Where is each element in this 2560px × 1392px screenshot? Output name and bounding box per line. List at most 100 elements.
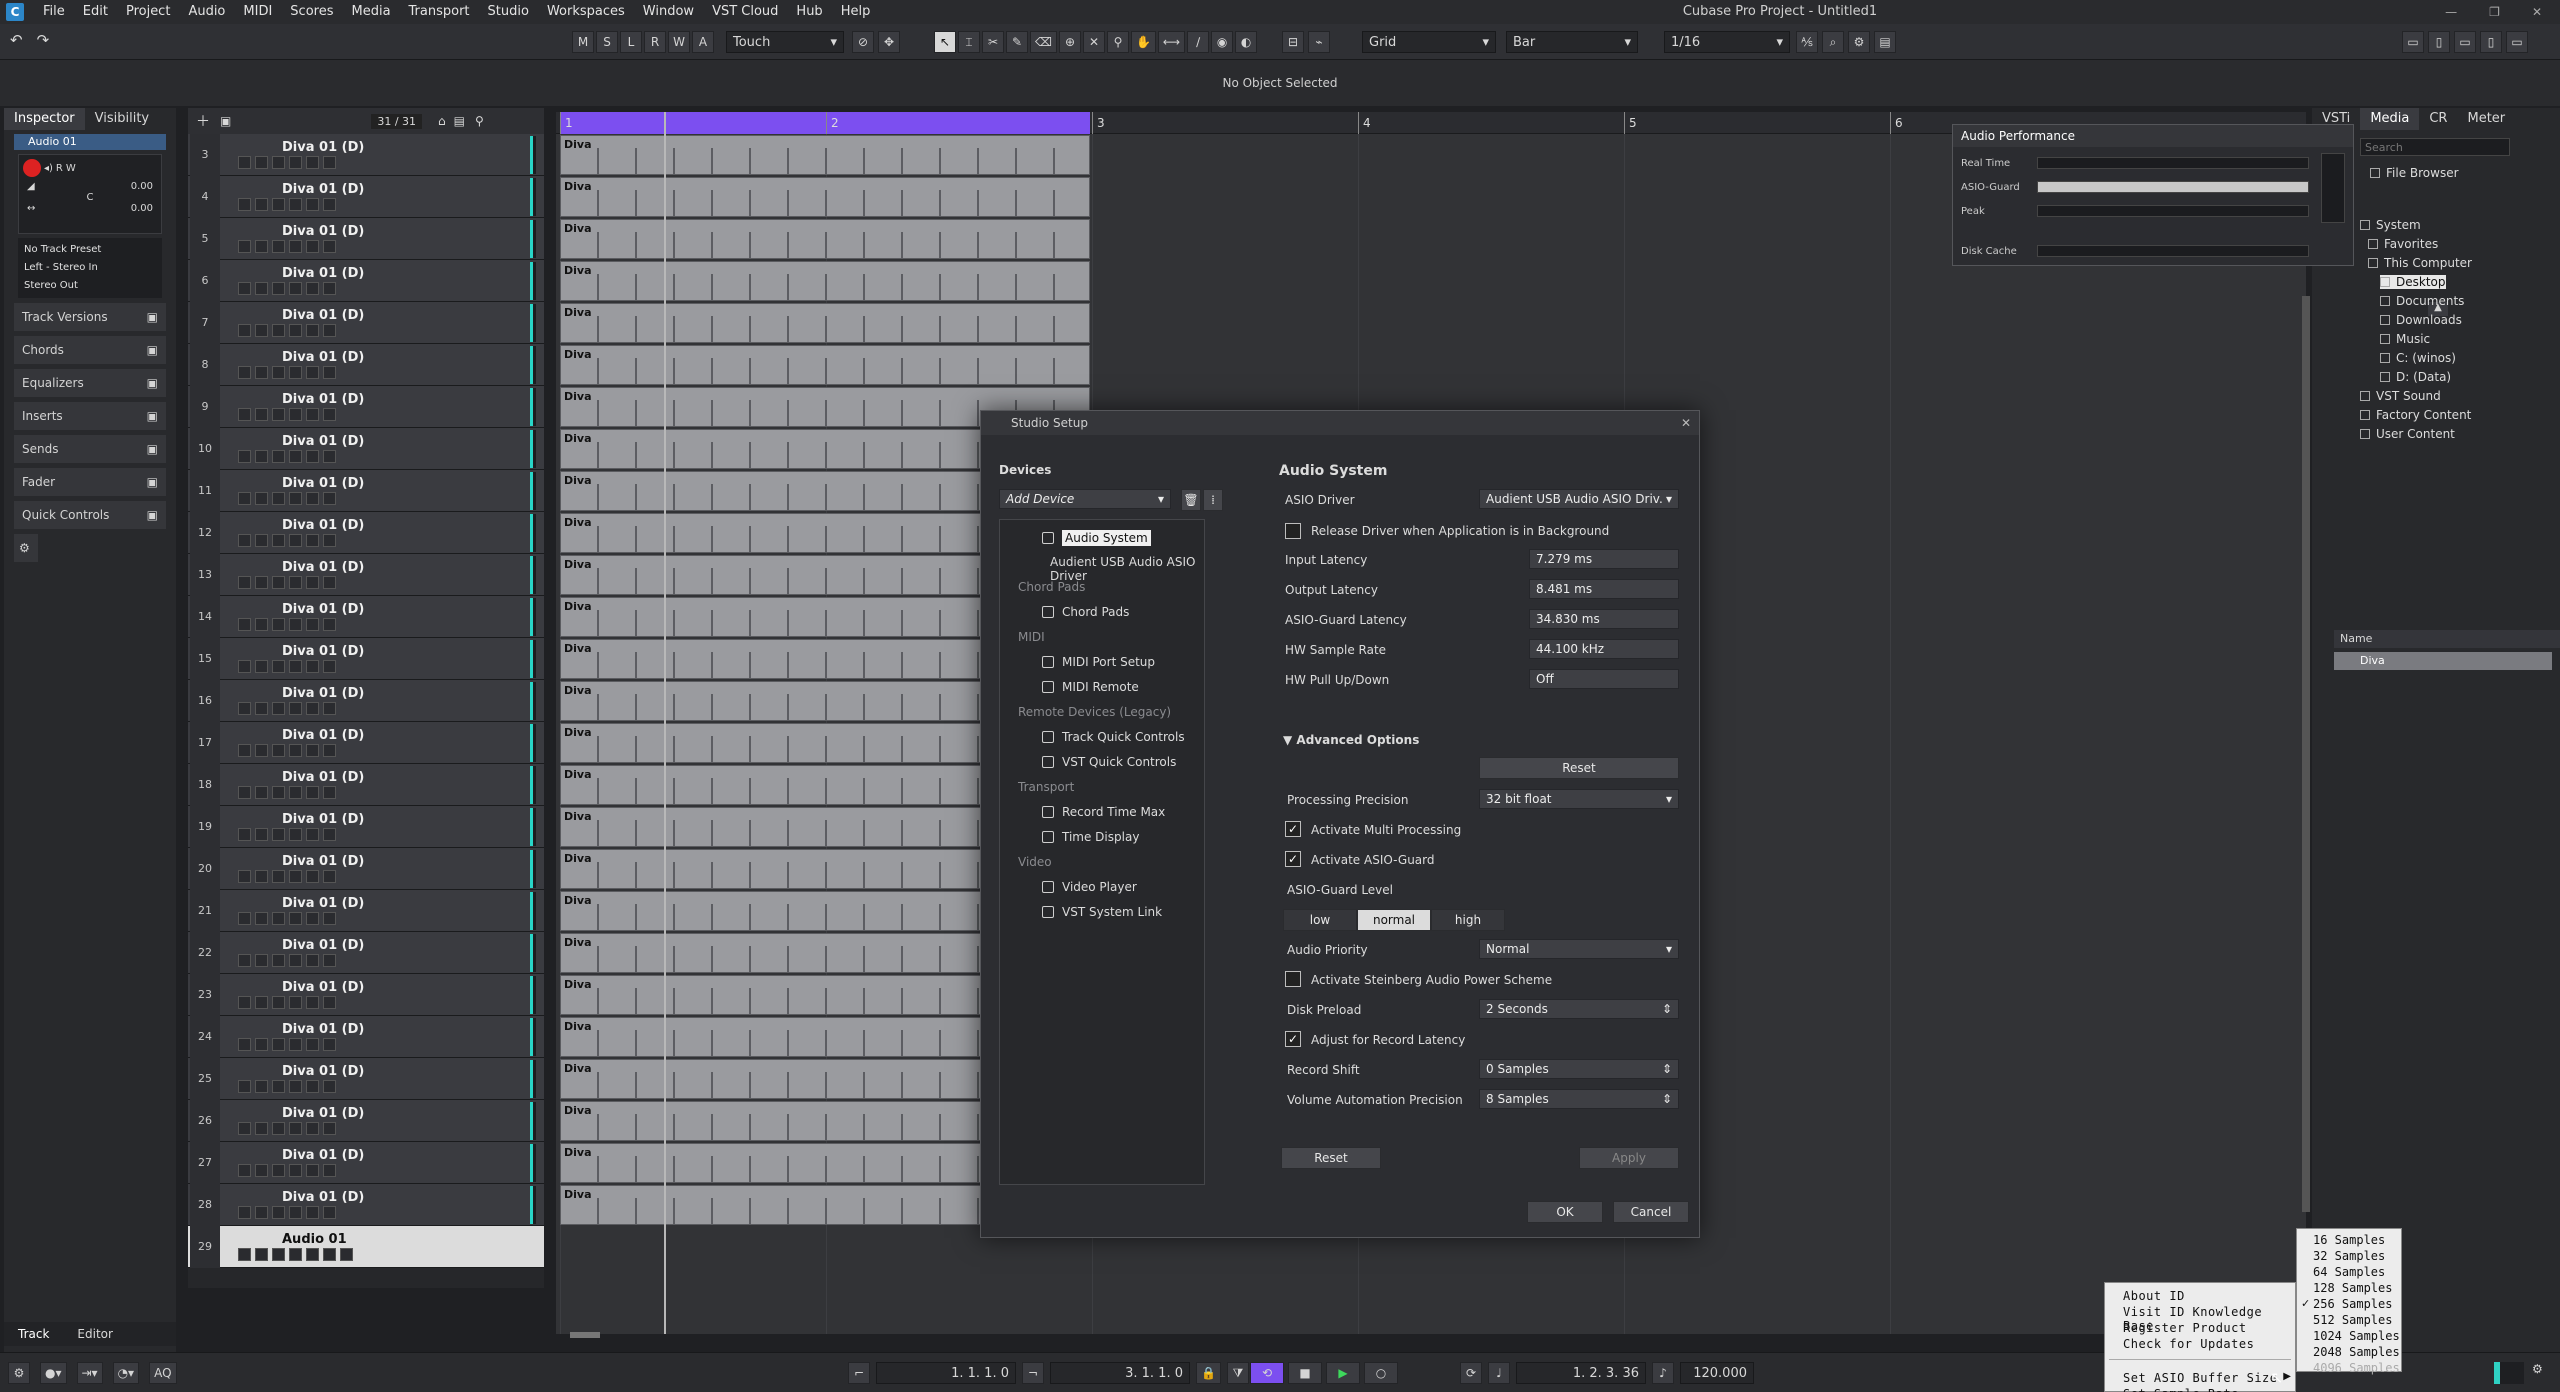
track-button[interactable] <box>272 240 285 253</box>
track-button[interactable] <box>306 240 319 253</box>
track-button[interactable] <box>306 366 319 379</box>
asio-guard-checkbox[interactable]: ✓ <box>1285 851 1301 867</box>
add-track-icon[interactable]: ＋ <box>196 111 210 131</box>
output-routing[interactable]: Stereo Out <box>24 277 156 295</box>
track-button[interactable] <box>306 1080 319 1093</box>
toolbar-state-button[interactable]: R <box>644 31 666 53</box>
track-row[interactable]: 28 Diva 01 (D) <box>188 1184 544 1226</box>
context-menu-item[interactable]: About ID <box>2123 1289 2185 1303</box>
tab-visibility[interactable]: Visibility <box>85 108 159 130</box>
track-button[interactable] <box>272 786 285 799</box>
tab-cr[interactable]: CR <box>2419 108 2457 130</box>
metronome-icon[interactable]: ◔▾ <box>112 1362 140 1384</box>
record-shift-stepper[interactable]: 0 Samples ⇕ <box>1479 1059 1679 1079</box>
track-button[interactable] <box>255 1248 268 1261</box>
track-name[interactable]: Diva 01 (D) <box>282 896 364 911</box>
track-button[interactable] <box>306 198 319 211</box>
track-button[interactable] <box>255 576 268 589</box>
filter-icon[interactable]: ⧩ <box>1226 1362 1249 1384</box>
inspector-section-sends[interactable]: Sends ▣ <box>14 435 166 463</box>
track-name[interactable]: Diva 01 (D) <box>282 686 364 701</box>
inspector-section-track-versions[interactable]: Track Versions ▣ <box>14 303 166 331</box>
track-button[interactable] <box>323 408 336 421</box>
track-button[interactable] <box>289 366 302 379</box>
file-browser-node[interactable]: File Browser <box>2370 166 2459 180</box>
track-button[interactable] <box>289 660 302 673</box>
track-name[interactable]: Diva 01 (D) <box>282 266 364 281</box>
track-button[interactable] <box>238 996 251 1009</box>
track-button[interactable] <box>323 1038 336 1051</box>
track-button[interactable] <box>255 870 268 883</box>
track-row[interactable]: 20 Diva 01 (D) <box>188 848 544 890</box>
track-name[interactable]: Diva 01 (D) <box>282 1106 364 1121</box>
menu-window[interactable]: Window <box>634 0 703 24</box>
track-name[interactable]: Diva 01 (D) <box>282 1190 364 1205</box>
track-row[interactable]: 6 Diva 01 (D) <box>188 260 544 302</box>
section-icon[interactable]: ▣ <box>147 508 158 522</box>
track-button[interactable] <box>272 660 285 673</box>
track-button[interactable] <box>323 786 336 799</box>
track-button[interactable] <box>323 912 336 925</box>
aq-button[interactable]: AQ <box>149 1362 177 1384</box>
track-button[interactable] <box>306 324 319 337</box>
reset-device-icon[interactable]: ⁞ <box>1203 489 1223 511</box>
track-button[interactable] <box>323 996 336 1009</box>
track-name[interactable]: Diva 01 (D) <box>282 728 364 743</box>
track-button[interactable] <box>255 1080 268 1093</box>
section-icon[interactable]: ▣ <box>147 343 158 357</box>
lock-icon[interactable]: 🔒 <box>1196 1362 1221 1384</box>
track-button[interactable] <box>289 912 302 925</box>
track-button[interactable] <box>323 702 336 715</box>
track-button[interactable] <box>238 366 251 379</box>
constrain-delay-icon[interactable]: ✥ <box>878 31 900 53</box>
track-button[interactable] <box>255 282 268 295</box>
inspector-track-name[interactable]: Audio 01 <box>14 134 166 150</box>
draw-tool-icon[interactable]: ✎ <box>1006 31 1028 53</box>
track-button[interactable] <box>255 156 268 169</box>
track-button[interactable] <box>289 1080 302 1093</box>
track-button[interactable] <box>238 282 251 295</box>
track-button[interactable] <box>323 534 336 547</box>
track-button[interactable] <box>272 450 285 463</box>
device-item[interactable]: Audient USB Audio ASIO Driver <box>1050 555 1204 583</box>
track-list-menu-icon[interactable]: ▤ <box>454 114 465 128</box>
track-button[interactable] <box>289 534 302 547</box>
track-button[interactable] <box>306 450 319 463</box>
track-button[interactable] <box>272 366 285 379</box>
midi-part[interactable]: Diva <box>560 303 1090 343</box>
track-row[interactable]: 11 Diva 01 (D) <box>188 470 544 512</box>
inspector-settings-icon[interactable]: ⚙ <box>14 534 38 562</box>
cycle-icon[interactable]: ⟲ <box>1250 1362 1284 1384</box>
track-name[interactable]: Diva 01 (D) <box>282 1064 364 1079</box>
close-icon[interactable]: ✕ <box>1681 411 1691 435</box>
track-name[interactable]: Diva 01 (D) <box>282 434 364 449</box>
track-button[interactable] <box>255 324 268 337</box>
cancel-button[interactable]: Cancel <box>1613 1201 1689 1223</box>
device-item[interactable]: MIDI Remote <box>1042 680 1139 694</box>
right-locator-display[interactable]: 3. 1. 1. 0 <box>1050 1362 1190 1384</box>
level-normal-button[interactable]: normal <box>1357 909 1431 931</box>
track-button[interactable] <box>323 954 336 967</box>
track-button[interactable] <box>272 1122 285 1135</box>
track-button[interactable] <box>272 1080 285 1093</box>
record-mode-icon[interactable]: ●▾ <box>40 1362 67 1384</box>
track-button[interactable] <box>306 618 319 631</box>
track-row[interactable]: 19 Diva 01 (D) <box>188 806 544 848</box>
buffer-size-item[interactable]: 2048 Samples <box>2313 1345 2400 1359</box>
toolbar-state-button[interactable]: W <box>668 31 690 53</box>
adjust-latency-checkbox[interactable]: ✓ <box>1285 1031 1301 1047</box>
processing-precision-select[interactable]: 32 bit float ▾ <box>1479 789 1679 809</box>
advanced-options-toggle[interactable]: ▼ Advanced Options <box>1283 733 1419 747</box>
track-button[interactable] <box>289 954 302 967</box>
track-button[interactable] <box>238 198 251 211</box>
track-button[interactable] <box>289 492 302 505</box>
add-track-options-icon[interactable]: ▣ <box>220 114 231 128</box>
tab-inspector[interactable]: Inspector <box>4 108 85 130</box>
midi-part[interactable]: Diva <box>560 345 1090 385</box>
erase-tool-icon[interactable]: ⌫ <box>1030 31 1057 53</box>
track-button[interactable] <box>238 1080 251 1093</box>
menu-midi[interactable]: MIDI <box>234 0 281 24</box>
power-scheme-checkbox[interactable] <box>1285 971 1301 987</box>
track-button[interactable] <box>289 744 302 757</box>
track-button[interactable] <box>272 534 285 547</box>
